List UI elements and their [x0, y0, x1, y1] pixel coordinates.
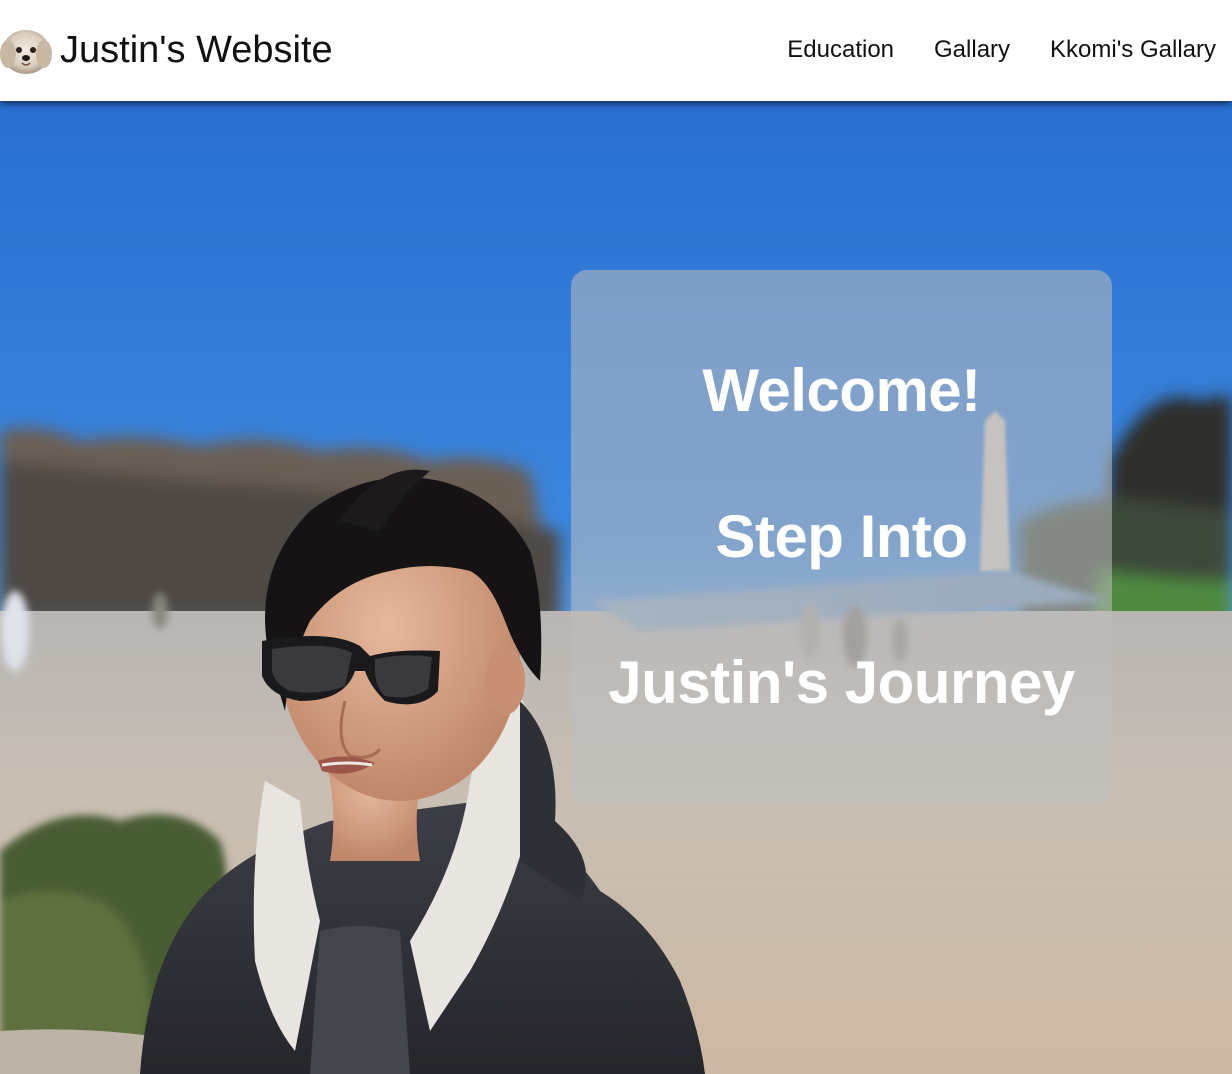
welcome-card: Welcome! Step Into Justin's Journey: [571, 270, 1112, 804]
dog-face-icon: [0, 30, 52, 74]
nav-link-gallary[interactable]: Gallary: [934, 36, 1010, 64]
welcome-subheading-1: Step Into: [715, 503, 968, 570]
brand-title: Justin's Website: [60, 29, 333, 71]
nav-link-kkomis-gallary[interactable]: Kkomi's Gallary: [1050, 36, 1216, 64]
navbar: Justin's Website Education Gallary Kkomi…: [0, 0, 1232, 101]
welcome-heading: Welcome!: [702, 357, 981, 424]
welcome-subheading-2: Justin's Journey: [608, 649, 1075, 716]
hero-section: Welcome! Step Into Justin's Journey: [0, 101, 1232, 1074]
main-nav: Education Gallary Kkomi's Gallary: [787, 36, 1216, 64]
nav-link-education[interactable]: Education: [787, 36, 894, 64]
brand-link[interactable]: Justin's Website: [0, 24, 333, 76]
